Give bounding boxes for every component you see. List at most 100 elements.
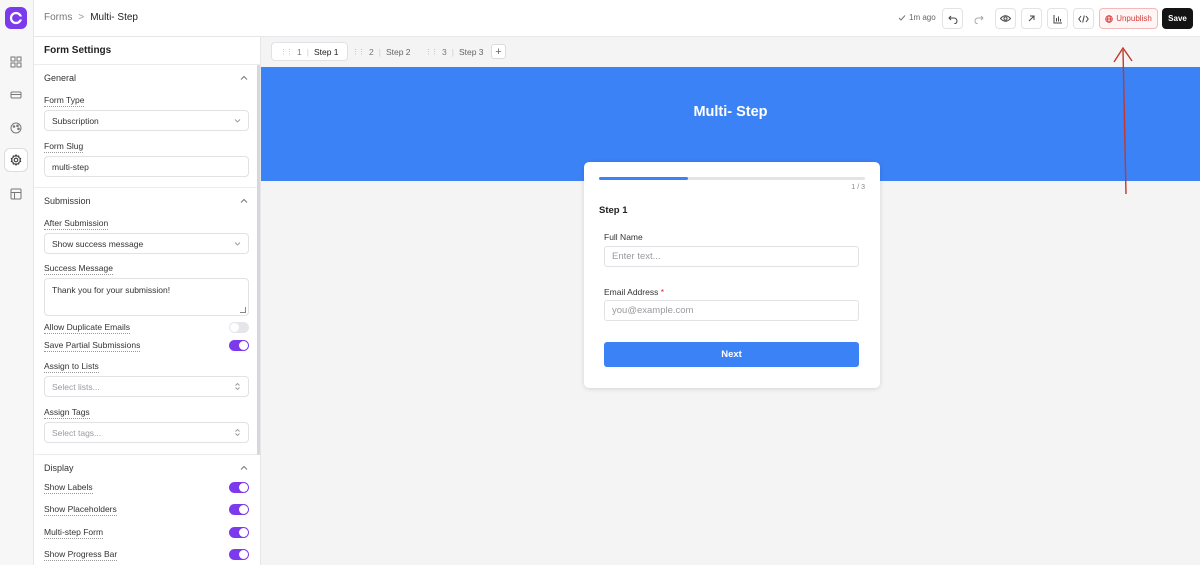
steps-bar: ⋮⋮ 1 | Step 1 ⋮⋮ 2 | Step 2 ⋮⋮ 3 | Step …	[261, 37, 1200, 67]
settings-icon[interactable]	[4, 148, 28, 172]
after-submission-select[interactable]: Show success message	[44, 233, 249, 254]
after-submission-label: After Submission	[44, 218, 109, 230]
saved-status: 1m ago	[898, 13, 936, 22]
divider	[34, 64, 260, 65]
analytics-button[interactable]	[1047, 8, 1068, 29]
open-external-icon	[1028, 15, 1035, 22]
undo-icon	[947, 15, 957, 24]
step-title: Step 1	[599, 205, 628, 216]
success-message-value: Thank you for your submission!	[52, 285, 171, 295]
layout-icon[interactable]	[4, 83, 28, 107]
drag-handle-icon[interactable]: ⋮⋮	[352, 48, 365, 56]
app-logo[interactable]	[5, 7, 27, 29]
progress-bar	[599, 177, 865, 180]
allow-duplicate-emails-label: Allow Duplicate Emails	[44, 322, 130, 334]
redo-button[interactable]	[968, 8, 989, 29]
step-divider: |	[306, 46, 309, 57]
preview-button[interactable]	[995, 8, 1016, 29]
section-general-header[interactable]: General	[44, 73, 76, 83]
assign-tags-select[interactable]: Select tags...	[44, 422, 249, 443]
step-tab-3[interactable]: ⋮⋮ 3 | Step 3	[417, 42, 492, 61]
form-slug-value: multi-step	[52, 161, 89, 172]
table-icon[interactable]	[4, 182, 28, 206]
progress-fill	[599, 177, 688, 180]
full-name-placeholder: Enter text...	[612, 251, 661, 262]
step-tab-1[interactable]: ⋮⋮ 1 | Step 1	[271, 42, 348, 61]
undo-button[interactable]	[942, 8, 963, 29]
embed-code-button[interactable]	[1073, 8, 1094, 29]
unpublish-button[interactable]: Unpublish	[1099, 8, 1158, 29]
breadcrumb: Forms > Multi- Step	[44, 12, 138, 23]
assign-lists-select[interactable]: Select lists...	[44, 376, 249, 397]
step-tab-2[interactable]: ⋮⋮ 2 | Step 2	[344, 42, 419, 61]
form-slug-input[interactable]: multi-step	[44, 156, 249, 177]
analytics-chart-icon	[1053, 14, 1062, 23]
divider	[34, 187, 260, 188]
multi-step-form-label: Multi-step Form	[44, 527, 104, 539]
step-label: Step 1	[313, 46, 339, 57]
assign-lists-placeholder: Select lists...	[52, 381, 100, 392]
left-rail	[0, 0, 34, 565]
next-button[interactable]: Next	[604, 342, 859, 367]
panel-scrollbar[interactable]	[257, 65, 260, 455]
drag-handle-icon[interactable]: ⋮⋮	[425, 48, 438, 56]
divider	[34, 454, 260, 455]
email-placeholder: you@example.com	[612, 305, 694, 316]
form-settings-panel: Form Settings General Form Type Subscrip…	[34, 37, 261, 565]
form-type-label: Form Type	[44, 95, 85, 107]
form-card: 1 / 3 Step 1 Full Name Enter text... Ema…	[584, 162, 880, 388]
chevron-up-icon[interactable]	[240, 464, 248, 472]
save-partial-submissions-toggle[interactable]	[229, 340, 249, 351]
chevron-down-icon	[234, 119, 241, 123]
show-placeholders-toggle[interactable]	[229, 504, 249, 515]
progress-count: 1 / 3	[851, 184, 865, 191]
step-label: Step 3	[458, 46, 484, 57]
required-mark: *	[660, 287, 665, 297]
globe-icon	[1105, 14, 1113, 23]
breadcrumb-current: Multi- Step	[90, 12, 138, 23]
step-divider: |	[378, 46, 381, 57]
assign-tags-placeholder: Select tags...	[52, 427, 102, 438]
show-placeholders-label: Show Placeholders	[44, 504, 117, 516]
toggle-knob	[239, 505, 248, 514]
success-message-textarea[interactable]: Thank you for your submission!	[44, 278, 249, 316]
show-progress-bar-label: Show Progress Bar	[44, 549, 118, 561]
show-labels-label: Show Labels	[44, 482, 93, 494]
multi-step-form-toggle[interactable]	[229, 527, 249, 538]
check-icon	[898, 14, 906, 21]
full-name-input[interactable]: Enter text...	[604, 246, 859, 267]
add-step-button[interactable]: +	[491, 44, 506, 59]
panel-title: Form Settings	[44, 45, 112, 56]
show-labels-toggle[interactable]	[229, 482, 249, 493]
step-number: 2	[369, 46, 374, 57]
allow-duplicate-emails-toggle[interactable]	[229, 322, 249, 333]
email-label: Email Address *	[604, 287, 664, 297]
show-progress-bar-toggle[interactable]	[229, 549, 249, 560]
after-submission-value: Show success message	[52, 238, 144, 249]
toggle-knob	[239, 528, 248, 537]
save-button[interactable]: Save	[1162, 8, 1193, 29]
step-divider: |	[451, 46, 454, 57]
resize-handle-icon[interactable]	[240, 307, 246, 313]
full-name-label: Full Name	[604, 232, 643, 242]
toggle-knob	[230, 323, 239, 332]
toggle-knob	[239, 483, 248, 492]
chevron-up-icon[interactable]	[240, 197, 248, 205]
step-number: 3	[442, 46, 447, 57]
open-external-button[interactable]	[1021, 8, 1042, 29]
palette-icon[interactable]	[4, 116, 28, 140]
email-input[interactable]: you@example.com	[604, 300, 859, 321]
section-display-header[interactable]: Display	[44, 463, 74, 473]
section-submission-header[interactable]: Submission	[44, 196, 91, 206]
grid-icon[interactable]	[4, 50, 28, 74]
assign-lists-label: Assign to Lists	[44, 361, 99, 373]
form-type-select[interactable]: Subscription	[44, 110, 249, 131]
redo-icon	[974, 15, 984, 24]
step-number: 1	[297, 46, 302, 57]
step-label: Step 2	[385, 46, 411, 57]
chevron-up-icon[interactable]	[240, 74, 248, 82]
breadcrumb-forms-link[interactable]: Forms	[44, 12, 72, 23]
top-bar: Forms > Multi- Step 1m ago Unpublish Sav…	[34, 0, 1200, 37]
drag-handle-icon[interactable]: ⋮⋮	[280, 48, 293, 56]
success-message-label: Success Message	[44, 263, 113, 275]
